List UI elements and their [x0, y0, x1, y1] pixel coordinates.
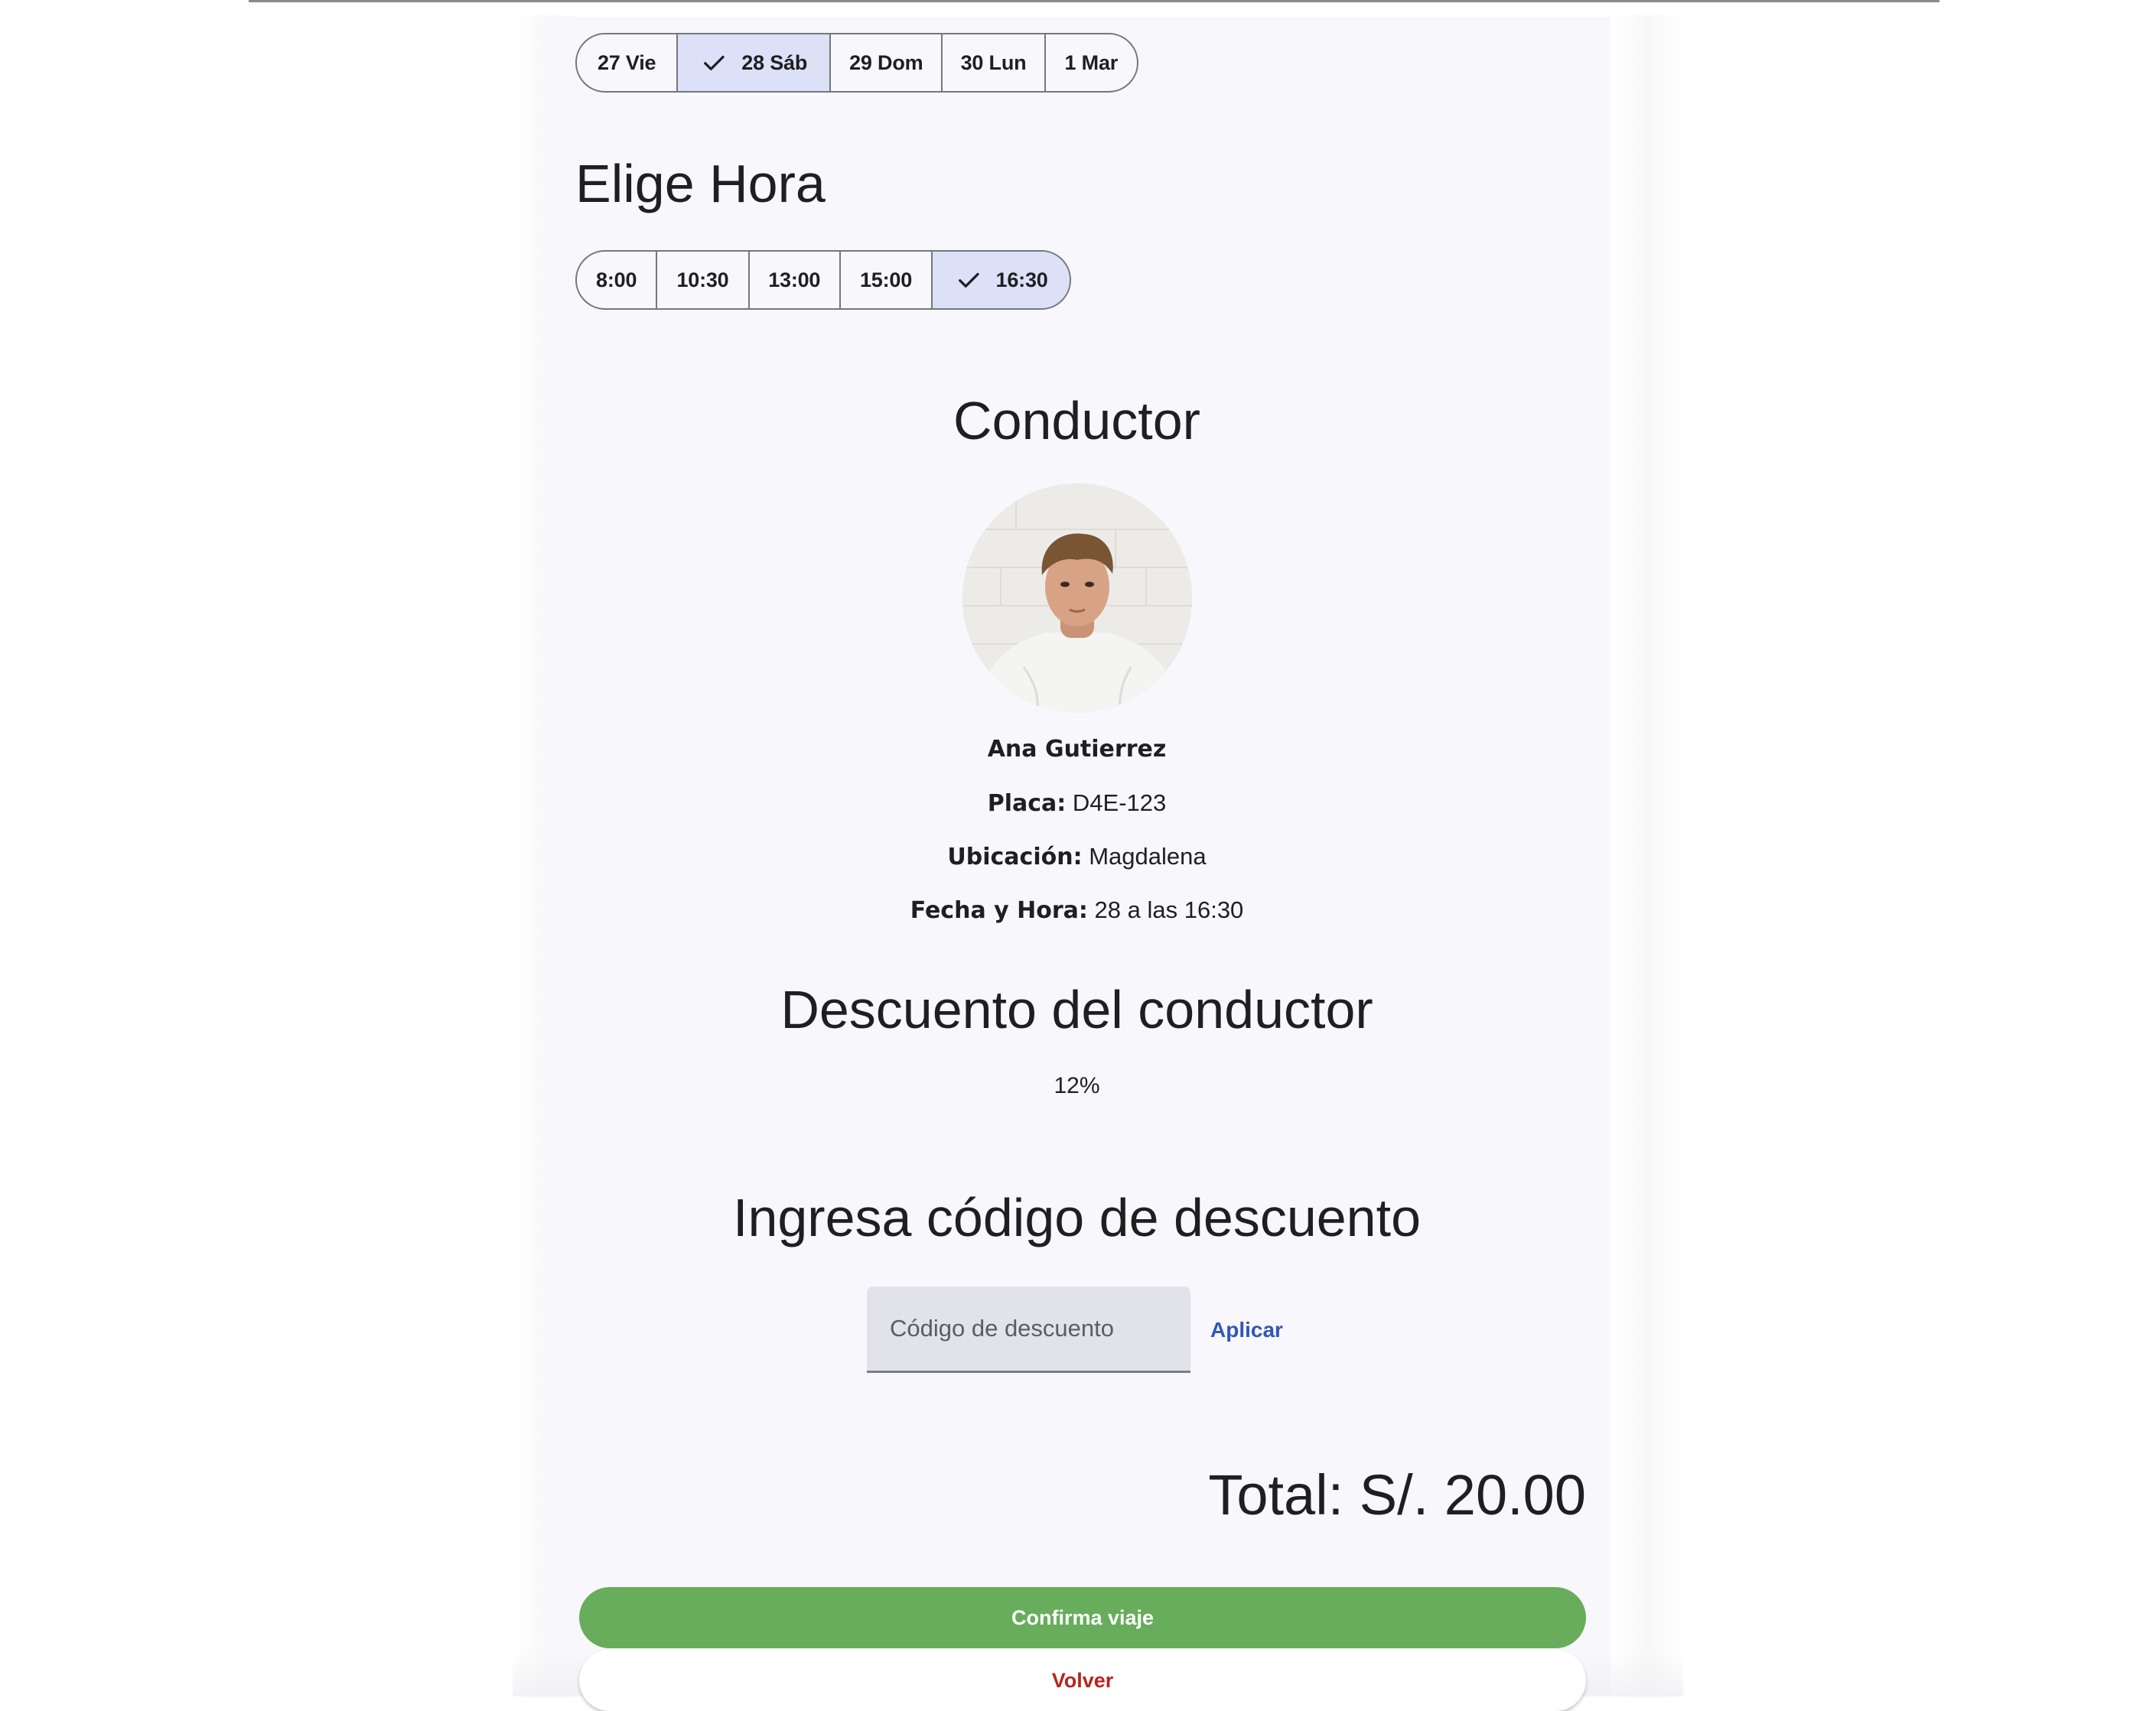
- time-option-label: 8:00: [596, 268, 637, 291]
- location-value: Magdalena: [1089, 843, 1207, 870]
- driver-discount-title: Descuento del conductor: [780, 980, 1373, 1039]
- discount-code-title: Ingresa código de descuento: [733, 1188, 1421, 1247]
- date-option-label: 28 Sáb: [741, 50, 808, 74]
- time-option-label: 13:00: [768, 268, 821, 291]
- plate-value: D4E-123: [1072, 789, 1167, 816]
- driver-avatar: [962, 483, 1192, 713]
- check-icon: [958, 272, 979, 288]
- date-option-29-dom[interactable]: 29 Dom: [829, 34, 941, 91]
- confirm-trip-button[interactable]: Confirma viaje: [579, 1587, 1586, 1648]
- driver-location-line: Ubicación: Magdalena: [543, 843, 1610, 870]
- driver-plate-line: Placa: D4E-123: [543, 789, 1610, 817]
- driver-discount-value: 12%: [1054, 1073, 1100, 1098]
- total-price: Total: S/. 20.00: [1208, 1463, 1586, 1527]
- time-selector: 8:00 10:30 13:00 15:00 16:30: [575, 250, 1071, 310]
- date-option-30-lun[interactable]: 30 Lun: [941, 34, 1044, 91]
- time-option-8-00[interactable]: 8:00: [577, 252, 656, 308]
- date-selector: 27 Vie 28 Sáb 29 Dom 30 Lun 1 Mar: [575, 33, 1138, 93]
- location-label: Ubicación:: [947, 844, 1083, 870]
- time-option-label: 16:30: [995, 268, 1048, 291]
- date-option-label: 30 Lun: [960, 50, 1027, 74]
- discount-code-input[interactable]: [867, 1287, 1190, 1373]
- time-option-13-00[interactable]: 13:00: [747, 252, 839, 308]
- time-option-label: 15:00: [859, 268, 913, 291]
- date-option-label: 27 Vie: [597, 50, 656, 74]
- driver-photo: [962, 483, 1192, 713]
- datetime-value: 28 a las 16:30: [1094, 896, 1244, 923]
- date-option-1-mar[interactable]: 1 Mar: [1044, 34, 1137, 91]
- plate-label: Placa:: [987, 790, 1067, 817]
- date-option-27-vie[interactable]: 27 Vie: [577, 34, 676, 91]
- top-divider: [249, 0, 1939, 2]
- date-option-label: 29 Dom: [849, 50, 923, 74]
- back-button[interactable]: Volver: [579, 1650, 1586, 1711]
- datetime-label: Fecha y Hora:: [910, 897, 1088, 924]
- time-option-10-30[interactable]: 10:30: [656, 252, 747, 308]
- driver-datetime-line: Fecha y Hora: 28 a las 16:30: [543, 896, 1610, 924]
- driver-name: Ana Gutierrez: [987, 736, 1167, 763]
- apply-code-button[interactable]: Aplicar: [1201, 1309, 1292, 1351]
- time-option-15-00[interactable]: 15:00: [839, 252, 931, 308]
- time-section-title: Elige Hora: [575, 154, 826, 213]
- date-option-28-sab[interactable]: 28 Sáb: [676, 34, 830, 91]
- check-icon: [704, 55, 725, 70]
- time-option-label: 10:30: [676, 268, 729, 291]
- time-option-16-30[interactable]: 16:30: [931, 252, 1070, 308]
- driver-section-title: Conductor: [953, 391, 1200, 451]
- date-option-label: 1 Mar: [1064, 50, 1119, 74]
